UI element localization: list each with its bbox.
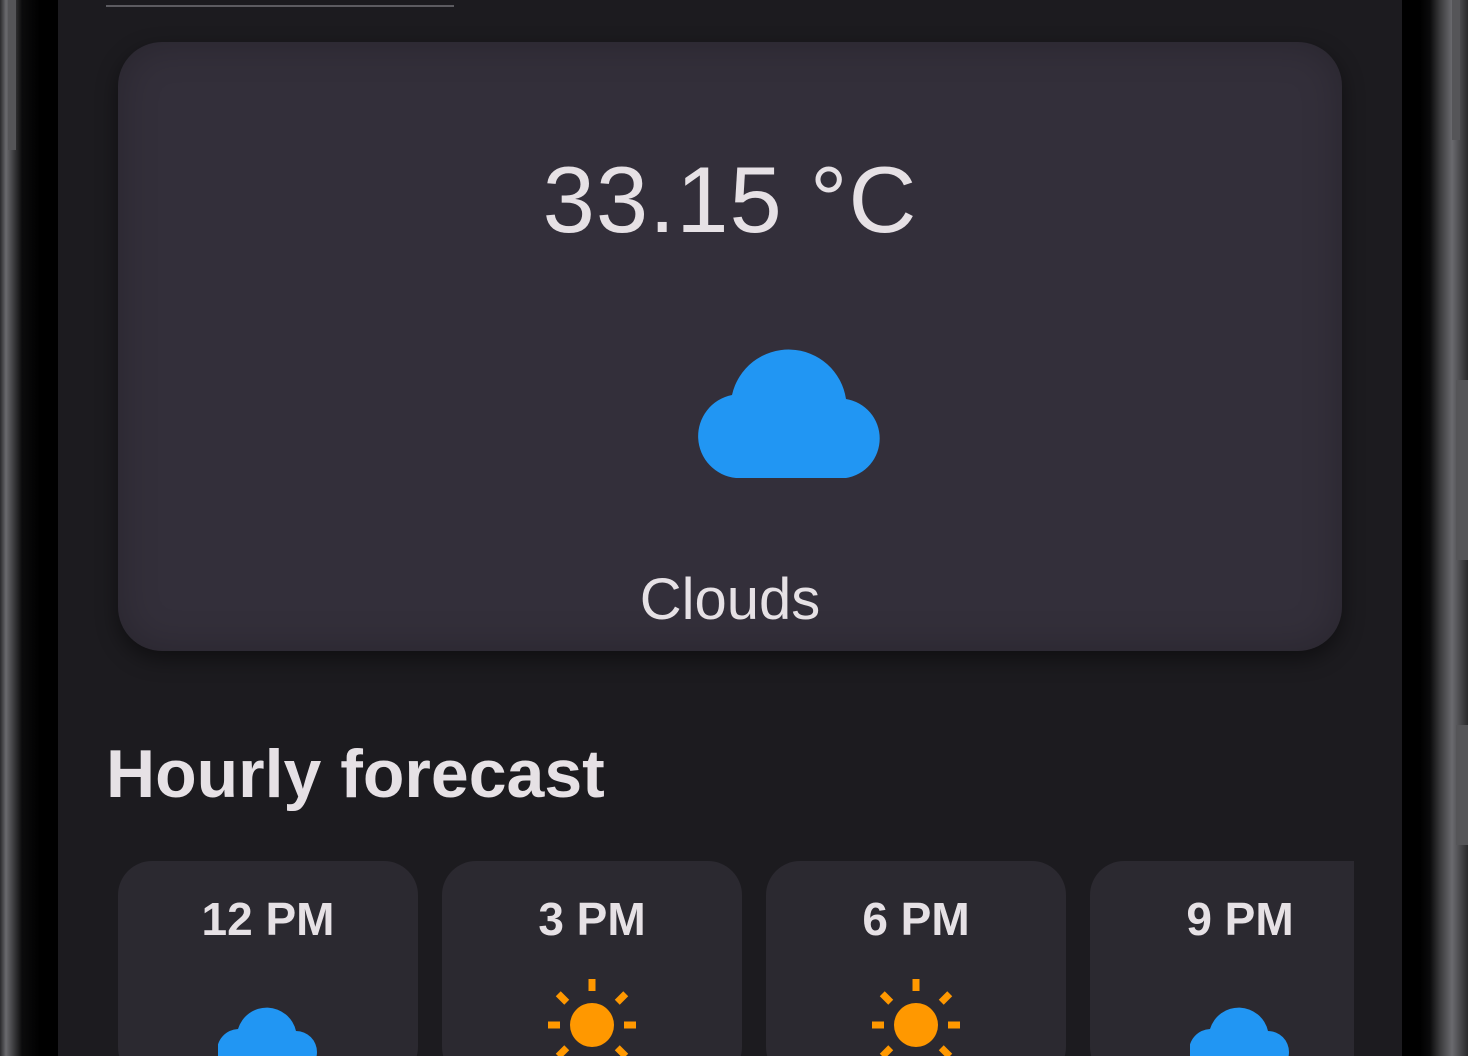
hourly-forecast-title: Hourly forecast	[106, 736, 605, 812]
current-condition: Clouds	[639, 567, 821, 632]
hourly-card[interactable]: 6 PM	[766, 861, 1066, 1056]
hourly-time: 9 PM	[1186, 893, 1294, 945]
app-screen: 33.15 °C Clouds Hourly forecast 12 PM 3 …	[58, 0, 1402, 1056]
cloud-icon	[698, 349, 880, 478]
side-button	[1452, 0, 1460, 140]
volume-button	[8, 0, 16, 150]
side-button	[1456, 380, 1468, 560]
cloud-icon	[1190, 1007, 1289, 1056]
hourly-card[interactable]: 12 PM	[118, 861, 418, 1056]
cloud-icon	[218, 1007, 317, 1056]
hourly-forecast-list[interactable]: 12 PM 3 PM 6 PM 9 PM	[118, 861, 1354, 1056]
side-button	[1456, 725, 1468, 845]
current-weather-card: 33.15 °C Clouds	[118, 42, 1342, 651]
sun-icon	[872, 979, 960, 1056]
hourly-card[interactable]: 3 PM	[442, 861, 742, 1056]
sun-icon	[548, 979, 636, 1056]
phone-frame: 33.15 °C Clouds Hourly forecast 12 PM 3 …	[0, 0, 1468, 1056]
hourly-time: 6 PM	[862, 893, 970, 945]
hourly-time: 3 PM	[538, 893, 646, 945]
hourly-card[interactable]: 9 PM	[1090, 861, 1354, 1056]
current-temperature: 33.15 °C	[542, 147, 918, 252]
search-field-underline[interactable]	[106, 5, 454, 7]
hourly-time: 12 PM	[201, 893, 335, 945]
